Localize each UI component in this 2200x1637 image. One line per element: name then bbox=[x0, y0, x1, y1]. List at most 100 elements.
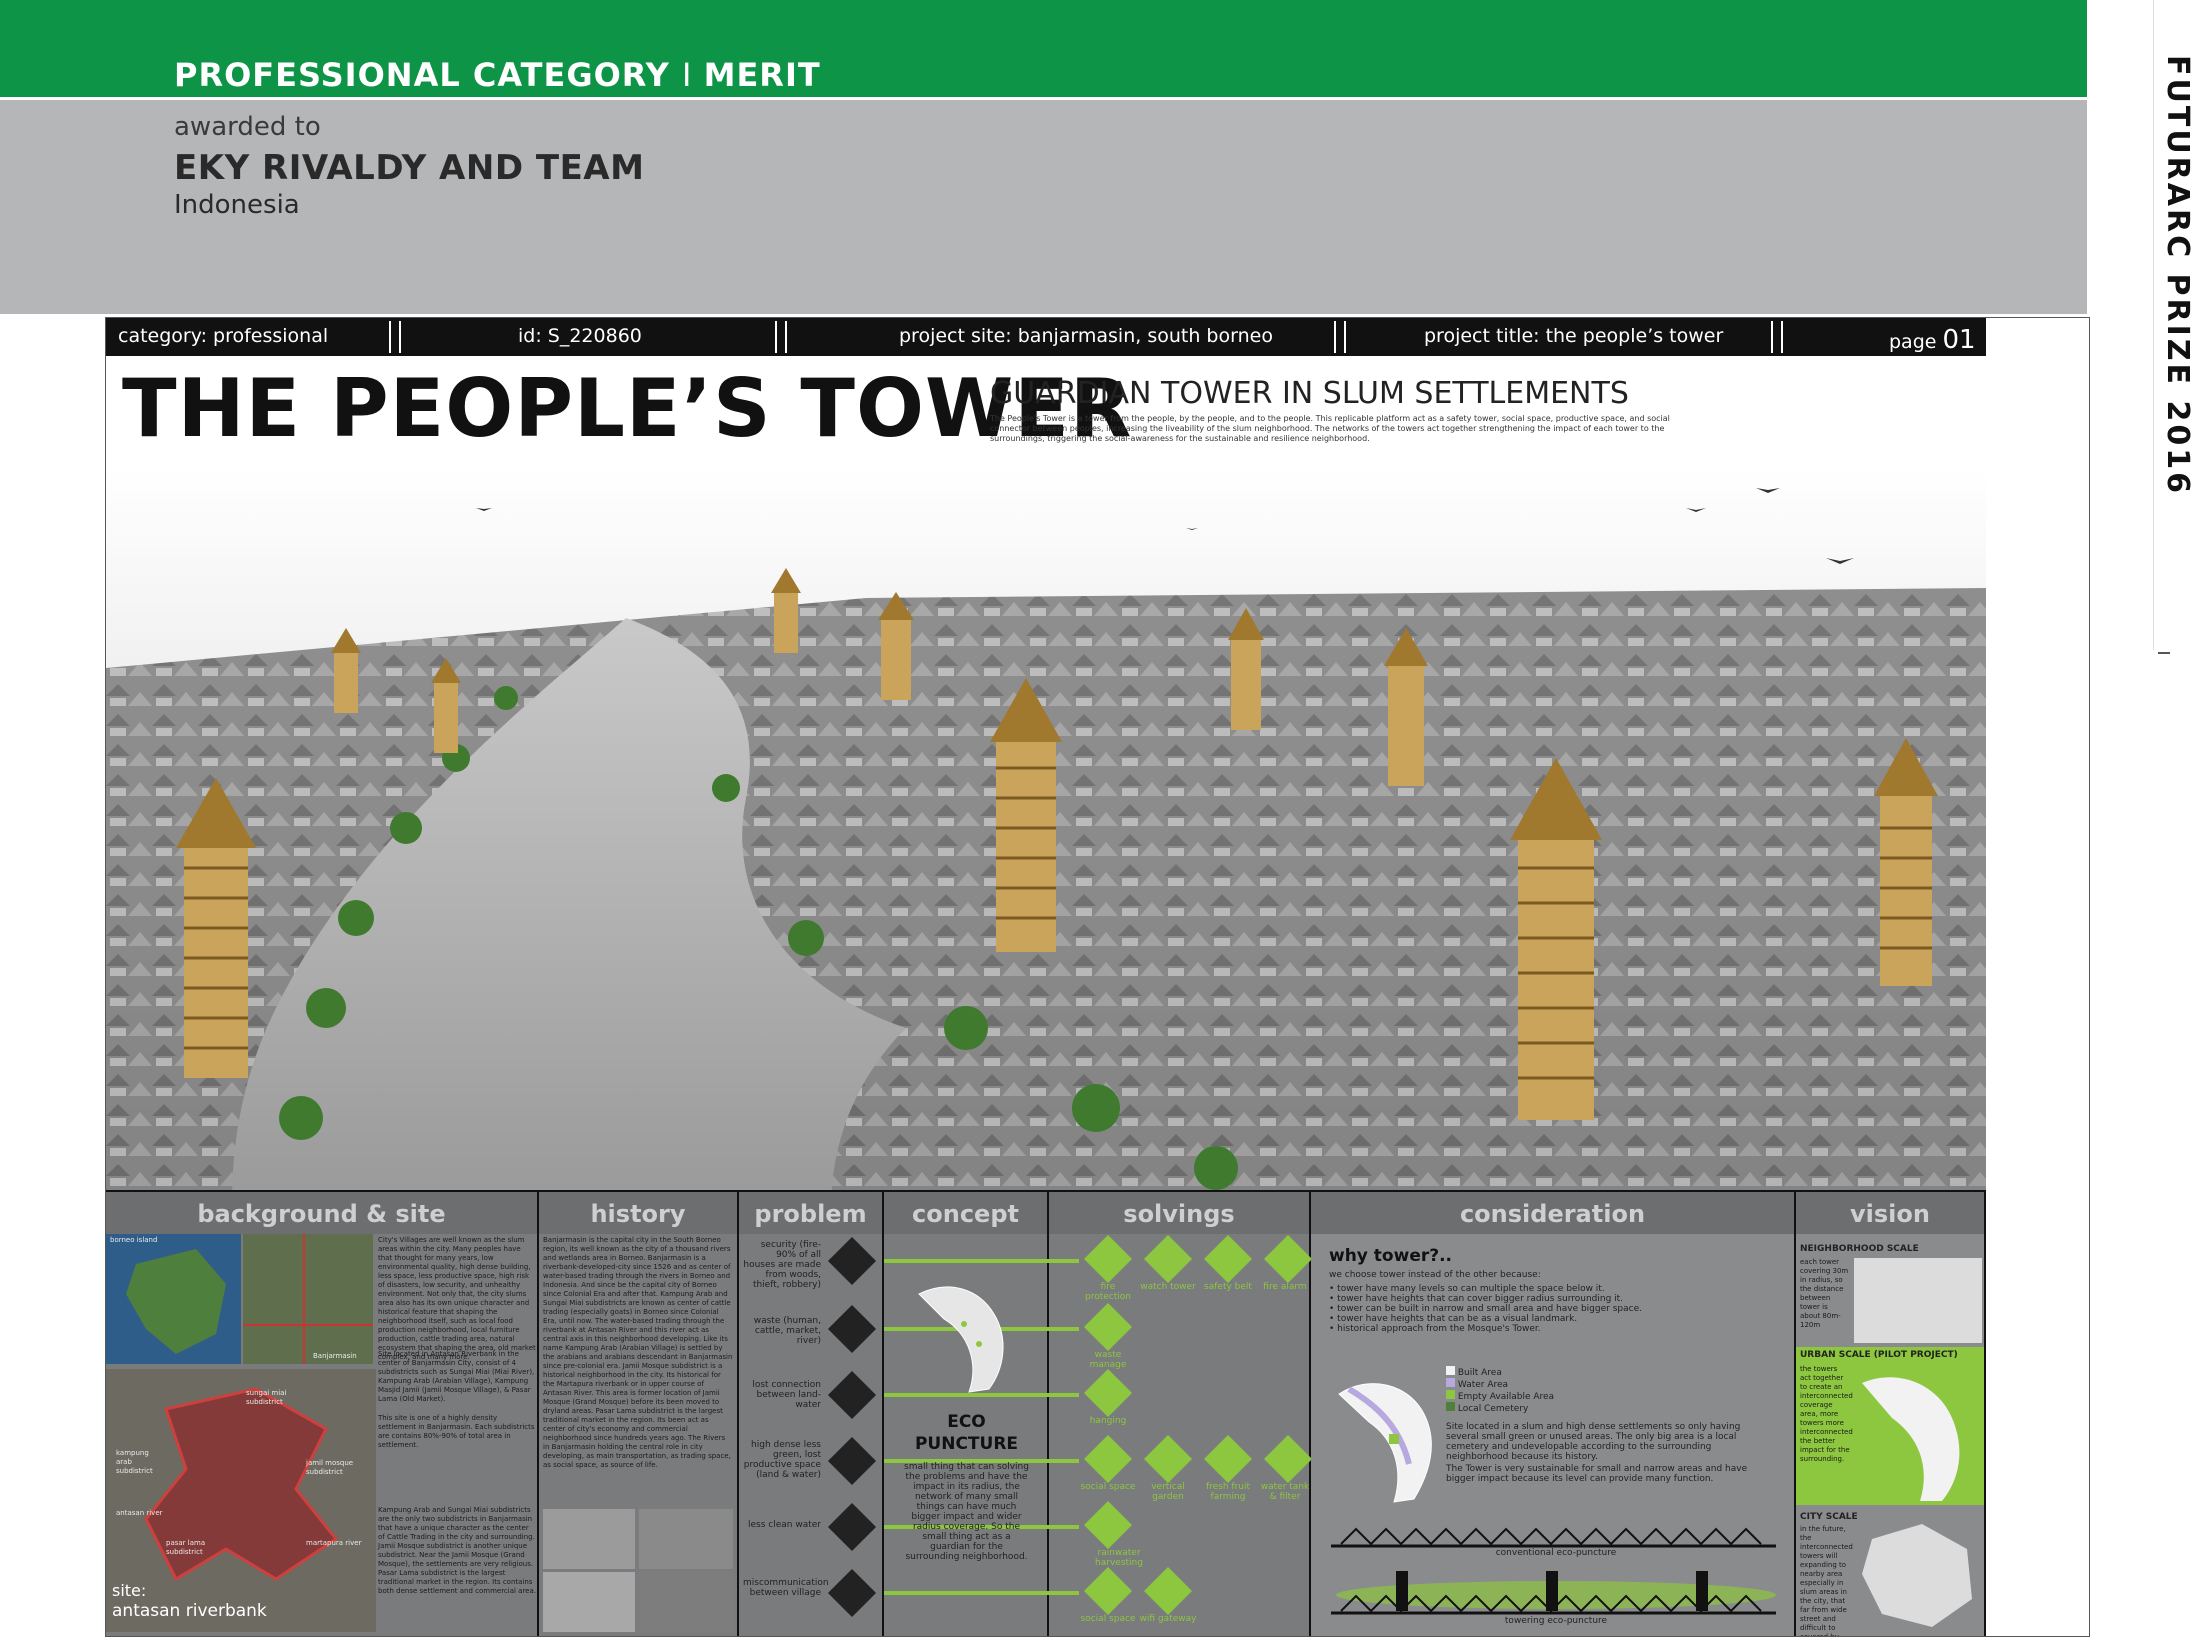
subdistrict-label: antasan river bbox=[116, 1509, 163, 1517]
flow-line bbox=[1049, 1259, 1079, 1263]
rainwater-icon bbox=[1083, 1500, 1133, 1550]
winner-name: EKY RIVALDY AND TEAM bbox=[174, 148, 645, 188]
project-title: THE PEOPLE’S TOWER bbox=[122, 362, 1133, 455]
legend-item: Water Area bbox=[1446, 1378, 1554, 1390]
boat-dock-icon bbox=[1083, 1368, 1133, 1418]
neighborhood-scale-map bbox=[1854, 1258, 1982, 1343]
solving-label: social space bbox=[1080, 1482, 1136, 1492]
puncture-label: PUNCTURE bbox=[914, 1434, 1019, 1454]
solving-label: waste manage bbox=[1089, 1350, 1127, 1370]
site-plan-diagram bbox=[918, 1286, 1004, 1393]
site-note: Site located in a slum and high dense se… bbox=[1446, 1422, 1741, 1462]
solving-label: fresh fruit farming bbox=[1205, 1482, 1251, 1502]
site-outline bbox=[144, 1387, 339, 1582]
panel-vision: NEIGHBORHOOD SCALE each tower covering 3… bbox=[1796, 1234, 1986, 1636]
site-aerial-map: sungai miai subdistrict kampung arab sub… bbox=[106, 1369, 376, 1632]
problem-label: lost connection between land-water bbox=[752, 1380, 821, 1410]
urban-scale-block: URBAN SCALE (PILOT PROJECT) the towers a… bbox=[1796, 1347, 1984, 1505]
legend-item: Empty Available Area bbox=[1446, 1390, 1554, 1402]
info-separator bbox=[775, 321, 787, 353]
neighborhood-scale-text: each tower covering 30m in radius, so th… bbox=[1800, 1258, 1849, 1329]
info-title: project title: the people’s tower bbox=[1424, 325, 1724, 347]
info-site: project site: banjarmasin, south borneo bbox=[899, 325, 1273, 347]
history-photo bbox=[639, 1572, 733, 1632]
subdistrict-label: jamil mosque subdistrict bbox=[306, 1459, 354, 1476]
info-id: id: S_220860 bbox=[518, 325, 642, 347]
flow-line bbox=[1049, 1393, 1079, 1397]
map-marker-line bbox=[243, 1324, 373, 1326]
panel-header-history: history bbox=[539, 1190, 739, 1234]
why-tower-item: • historical approach from the Mosque's … bbox=[1329, 1324, 1541, 1334]
background-text-4: Kampung Arab and Sungai Miai subdistrict… bbox=[378, 1506, 537, 1595]
why-tower-lead: we choose tower instead of the other bec… bbox=[1329, 1270, 1541, 1280]
category-banner: PROFESSIONAL CATEGORY I MERIT bbox=[0, 0, 2087, 97]
why-tower-item: • tower can be built in narrow and small… bbox=[1329, 1304, 1642, 1314]
neighborhood-scale-label: NEIGHBORHOOD SCALE bbox=[1800, 1244, 1919, 1254]
conventional-caption: conventional eco-puncture bbox=[1495, 1548, 1617, 1558]
info-page: page 01 bbox=[1889, 325, 1976, 355]
legend-text: Water Area bbox=[1457, 1380, 1509, 1390]
eco-label: ECO bbox=[947, 1412, 986, 1432]
subdistrict-label: kampung arab subdistrict bbox=[116, 1449, 153, 1475]
site-label: site: bbox=[112, 1581, 147, 1600]
social-space-icon bbox=[1083, 1434, 1133, 1484]
tower-note: The Tower is very sustainable for small … bbox=[1446, 1464, 1748, 1484]
history-photo bbox=[639, 1509, 733, 1569]
wifi-icon bbox=[1143, 1566, 1193, 1616]
city-scale-map bbox=[1862, 1524, 1972, 1627]
merit-label: MERIT bbox=[703, 56, 821, 94]
legend-swatch bbox=[1446, 1390, 1455, 1399]
panel-history: Banjarmasin is the capital city in the S… bbox=[539, 1234, 739, 1636]
panel-row: background & site borneo island Banjarma… bbox=[106, 1190, 1986, 1636]
solving-label: watch tower bbox=[1140, 1282, 1196, 1292]
flow-line bbox=[1049, 1459, 1079, 1463]
legend-swatch bbox=[1446, 1366, 1455, 1375]
category-label: PROFESSIONAL CATEGORY bbox=[174, 56, 670, 94]
flow-line bbox=[1049, 1591, 1079, 1595]
eco-puncture-comparison bbox=[1331, 1527, 1776, 1615]
banjarmasin-map: Banjarmasin bbox=[243, 1234, 373, 1364]
prize-side-label: FUTURARC PRIZE 2016 bbox=[2160, 55, 2195, 496]
panel-header-consideration: consideration bbox=[1311, 1190, 1796, 1234]
why-tower-item: • tower have many levels so can multiple… bbox=[1329, 1284, 1605, 1294]
problem-label: less clean water bbox=[748, 1520, 821, 1530]
fire-icon bbox=[827, 1236, 877, 1286]
subdistrict-label: martapura river bbox=[306, 1539, 362, 1547]
map-marker-line bbox=[303, 1234, 305, 1364]
fire-protection-icon bbox=[1083, 1234, 1133, 1284]
solving-label: rainwater harvesting bbox=[1095, 1548, 1143, 1568]
urban-scale-label: URBAN SCALE (PILOT PROJECT) bbox=[1800, 1350, 1958, 1360]
award-banner: awarded to EKY RIVALDY AND TEAM Indonesi… bbox=[0, 97, 2087, 314]
water-tank-icon bbox=[1263, 1434, 1313, 1484]
problem-label: miscommunication between village bbox=[743, 1578, 829, 1598]
info-category: category: professional bbox=[118, 325, 329, 347]
panel-concept: ECO PUNCTURE small thing that can solvin… bbox=[884, 1234, 1049, 1636]
problem-label: security (fire-90% of all houses are mad… bbox=[743, 1240, 821, 1290]
flow-line bbox=[884, 1591, 1049, 1595]
solving-label: wifi gateway bbox=[1139, 1614, 1197, 1624]
why-tower-item-text: tower have heights that can be as a visu… bbox=[1337, 1314, 1578, 1324]
history-photo bbox=[543, 1572, 635, 1632]
banjarmasin-label: Banjarmasin bbox=[313, 1352, 357, 1360]
winner-country: Indonesia bbox=[174, 190, 300, 220]
legend-text: Empty Available Area bbox=[1457, 1392, 1555, 1402]
page-number: 01 bbox=[1942, 325, 1976, 355]
water-drop-icon bbox=[827, 1502, 877, 1552]
houses-icon bbox=[827, 1436, 877, 1486]
waste-manage-icon bbox=[1083, 1302, 1133, 1352]
why-tower-item-text: historical approach from the Mosque's To… bbox=[1337, 1324, 1541, 1334]
legend-item: Local Cemetery bbox=[1446, 1402, 1554, 1414]
page-label: page bbox=[1889, 331, 1937, 353]
legend-swatch bbox=[1446, 1402, 1455, 1411]
panel-consideration: why tower?.. we choose tower instead of … bbox=[1311, 1234, 1796, 1636]
flow-line bbox=[884, 1259, 1049, 1263]
urban-scale-map bbox=[1862, 1377, 1960, 1501]
solving-label: fire protection bbox=[1085, 1282, 1131, 1302]
borneo-map: borneo island bbox=[106, 1234, 241, 1364]
why-tower-item-text: tower have many levels so can multiple t… bbox=[1337, 1284, 1605, 1294]
problem-label: high dense less green, lost productive s… bbox=[743, 1440, 821, 1480]
side-tick bbox=[2158, 652, 2170, 654]
problem-label: waste (human, cattle, market, river) bbox=[753, 1316, 821, 1346]
borneo-island-shape bbox=[126, 1249, 226, 1354]
background-text-1: City's Villages are well known as the sl… bbox=[378, 1236, 536, 1361]
